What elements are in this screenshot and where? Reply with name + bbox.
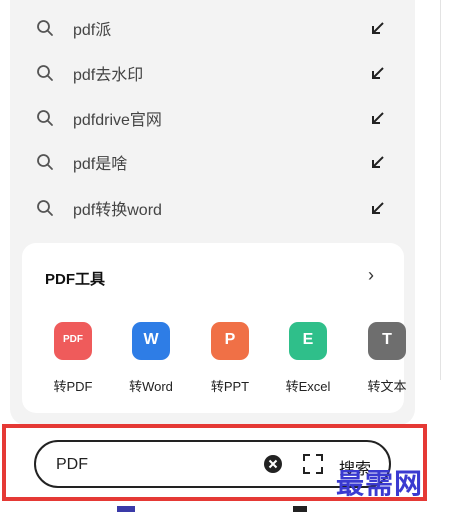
word-icon: W [132, 322, 170, 360]
watermark-logo: 最需网 [336, 467, 424, 500]
chevron-right-icon[interactable]: › [368, 265, 374, 286]
search-input[interactable] [54, 452, 248, 478]
fill-arrow-icon[interactable] [369, 19, 387, 37]
tool-to-excel[interactable]: E 转Excel [273, 322, 343, 395]
tool-to-pdf[interactable]: PDF 转PDF [38, 322, 108, 395]
tool-label: 转文本 [367, 379, 407, 394]
fill-arrow-icon[interactable] [369, 199, 387, 217]
tool-label: 转Excel [285, 379, 331, 394]
fill-arrow-icon[interactable] [369, 153, 387, 171]
search-icon [35, 152, 55, 172]
tool-label: 转PDF [53, 379, 93, 394]
scan-icon[interactable] [303, 454, 323, 474]
suggestion-item[interactable]: pdfdrive官网 [35, 101, 395, 135]
suggestion-item[interactable]: pdf转换word [35, 191, 395, 225]
tab-indicator [117, 506, 135, 512]
tool-label: 转Word [129, 379, 173, 394]
suggestion-text: pdf转换word [73, 202, 162, 219]
tool-to-text[interactable]: T 转文本 [352, 322, 422, 395]
search-icon [35, 18, 55, 38]
tool-label: 转PPT [210, 379, 250, 394]
text-icon: T [368, 322, 406, 360]
fill-arrow-icon[interactable] [369, 64, 387, 82]
suggestion-item[interactable]: pdf是啥 [35, 145, 395, 179]
clear-icon[interactable] [264, 455, 282, 473]
tab-indicator [293, 506, 307, 512]
suggestion-item[interactable]: pdf派 [35, 11, 395, 45]
tool-to-word[interactable]: W 转Word [116, 322, 186, 395]
suggestion-text: pdf是啥 [73, 156, 128, 173]
fill-arrow-icon[interactable] [369, 109, 387, 127]
search-icon [35, 198, 55, 218]
pdf-tools-card: PDF工具 › PDF 转PDF W 转Word P 转PPT E 转Excel… [22, 243, 407, 413]
suggestion-text: pdf去水印 [73, 67, 144, 84]
tool-to-ppt[interactable]: P 转PPT [195, 322, 265, 395]
suggestion-item[interactable]: pdf去水印 [35, 56, 395, 90]
ppt-icon: P [211, 322, 249, 360]
search-icon [35, 108, 55, 128]
suggestion-text: pdfdrive官网 [73, 112, 162, 129]
excel-icon: E [289, 322, 327, 360]
suggestion-text: pdf派 [73, 22, 112, 39]
card-title: PDF工具 [45, 271, 106, 288]
pdf-icon: PDF [54, 322, 92, 360]
search-icon [35, 63, 55, 83]
scroll-edge [440, 0, 441, 380]
